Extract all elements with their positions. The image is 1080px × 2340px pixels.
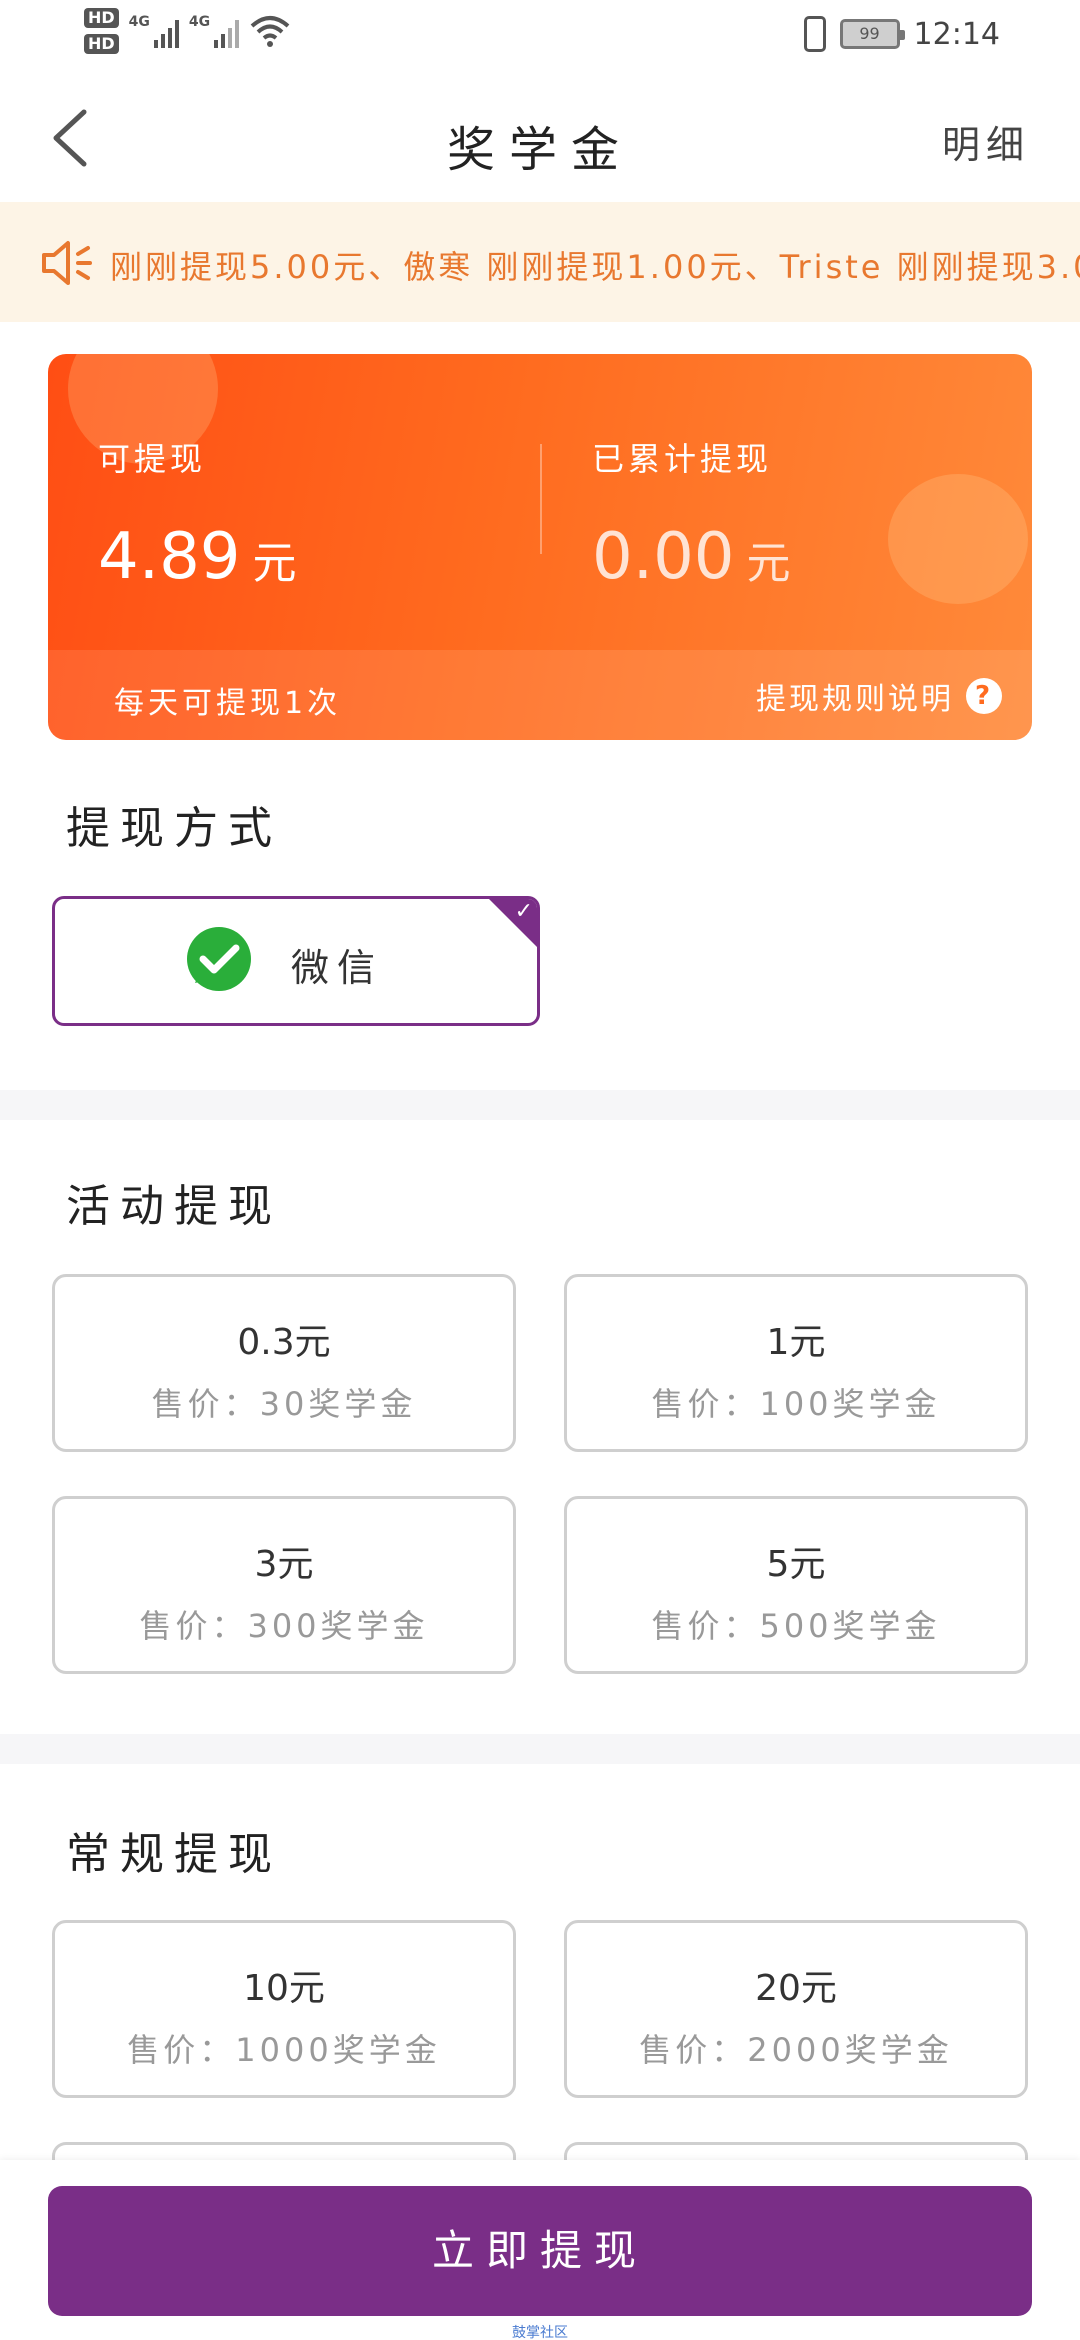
- available-column: 可提现 4.89 元: [98, 434, 297, 594]
- signal-1-icon: 4G: [129, 14, 179, 48]
- option-amount: 5元: [766, 1544, 826, 1585]
- option-price: 售价：1000奖学金: [127, 2031, 441, 2069]
- total-column: 已累计提现 0.00 元: [592, 434, 791, 594]
- option-price: 售价：500奖学金: [651, 1607, 941, 1645]
- available-unit: 元: [252, 538, 297, 589]
- total-unit: 元: [746, 538, 791, 589]
- wechat-icon: [187, 927, 251, 991]
- withdraw-now-button[interactable]: 立即提现: [48, 2186, 1032, 2316]
- card-footer: 每天可提现1次 提现规则说明 ?: [48, 650, 1032, 740]
- status-left: HD HD 4G 4G: [84, 8, 291, 54]
- network-type-1: 4G: [128, 14, 150, 30]
- section-separator: [0, 1734, 1080, 1764]
- option-amount: 3元: [254, 1544, 314, 1585]
- detail-link[interactable]: 明细: [942, 114, 1030, 169]
- rules-link-label: 提现规则说明: [756, 682, 954, 717]
- signal-2-icon: 4G: [188, 14, 240, 48]
- status-right: 99 12:14: [803, 16, 1000, 52]
- section-separator: [0, 1090, 1080, 1120]
- coin-decoration-2: [888, 474, 1028, 604]
- withdraw-option[interactable]: 20元 售价：2000奖学金: [564, 1920, 1028, 2098]
- hd-badge-1: HD: [84, 8, 119, 28]
- method-section-title: 提现方式: [66, 803, 282, 854]
- sim-indicators: HD HD: [84, 8, 119, 54]
- withdraw-option[interactable]: 3元 售价：300奖学金: [52, 1496, 516, 1674]
- option-price: 售价：300奖学金: [139, 1607, 429, 1645]
- option-amount: 0.3元: [237, 1322, 331, 1363]
- total-value: 0.00: [592, 520, 735, 594]
- hd-badge-2: HD: [84, 34, 119, 54]
- wifi-icon: [250, 16, 290, 47]
- check-icon: ✓: [514, 899, 533, 924]
- withdraw-option[interactable]: 10元 售价：1000奖学金: [52, 1920, 516, 2098]
- available-amount: 4.89 元: [98, 520, 297, 594]
- battery-icon: 99: [839, 19, 905, 49]
- total-label: 已累计提现: [592, 440, 773, 478]
- app-header: 奖学金 明细: [0, 72, 1080, 202]
- option-amount: 20元: [755, 1968, 837, 2009]
- option-amount: 1元: [766, 1322, 826, 1363]
- option-amount: 10元: [243, 1968, 325, 2009]
- watermark: 鼓掌社区: [512, 2325, 568, 2340]
- method-label: 微信: [291, 946, 384, 990]
- status-bar: HD HD 4G 4G 99 12:14: [0, 0, 1080, 72]
- option-price: 售价：100奖学金: [651, 1385, 941, 1423]
- page-title: 奖学金: [446, 122, 633, 178]
- available-value: 4.89: [98, 520, 241, 594]
- balance-card: 可提现 4.89 元 已累计提现 0.00 元 每天可提现1次 提现规则说明 ?: [48, 354, 1032, 740]
- wechat-method-option[interactable]: 微信 ✓: [52, 896, 540, 1026]
- notice-ticker: 刚刚提现5.00元、傲寒 刚刚提现1.00元、Triste 刚刚提现3.00元: [0, 202, 1080, 322]
- available-label: 可提现: [98, 440, 207, 478]
- rules-link[interactable]: 提现规则说明 ?: [756, 674, 1002, 718]
- option-price: 售价：2000奖学金: [639, 2031, 953, 2069]
- ticker-text: 刚刚提现5.00元、傲寒 刚刚提现1.00元、Triste 刚刚提现3.00元: [110, 248, 1080, 286]
- bottom-bar: 立即提现: [0, 2160, 1080, 2340]
- daily-limit-text: 每天可提现1次: [114, 686, 342, 721]
- vibrate-icon: [803, 16, 826, 52]
- card-divider: [540, 444, 542, 554]
- speaker-icon: [42, 241, 92, 285]
- withdraw-option[interactable]: 5元 售价：500奖学金: [564, 1496, 1028, 1674]
- withdraw-option[interactable]: 1元 售价：100奖学金: [564, 1274, 1028, 1452]
- help-icon: ?: [966, 678, 1002, 714]
- clock: 12:14: [913, 16, 1000, 52]
- network-type-2: 4G: [188, 14, 211, 30]
- withdraw-option[interactable]: 0.3元 售价：30奖学金: [52, 1274, 516, 1452]
- total-amount: 0.00 元: [592, 520, 791, 594]
- option-price: 售价：30奖学金: [151, 1385, 417, 1423]
- activity-section-title: 活动提现: [66, 1181, 282, 1232]
- battery-level: 99: [859, 24, 880, 43]
- regular-section-title: 常规提现: [66, 1829, 282, 1880]
